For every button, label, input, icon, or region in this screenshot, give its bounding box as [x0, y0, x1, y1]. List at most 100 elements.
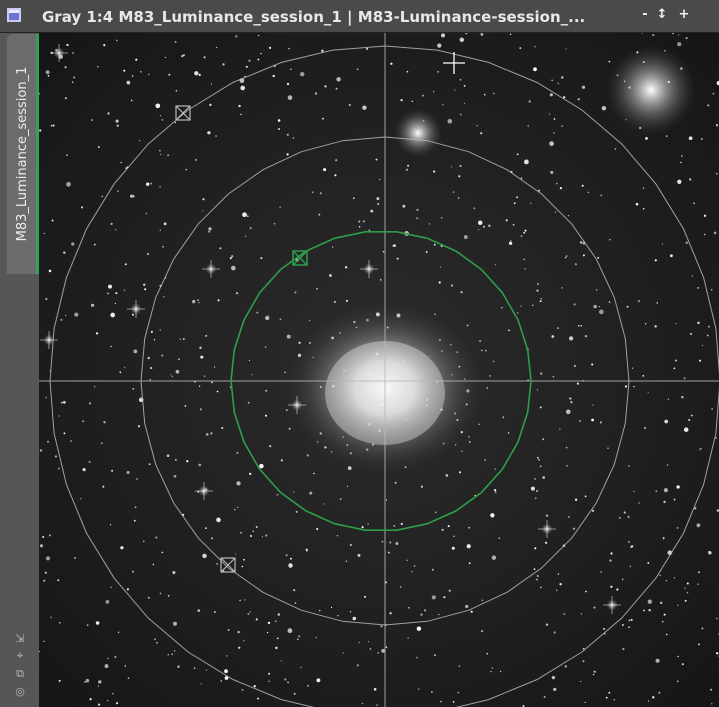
image-view[interactable] [39, 33, 719, 707]
star [445, 474, 449, 477]
star [663, 488, 668, 493]
star [50, 124, 53, 127]
shade-button[interactable]: - [638, 8, 652, 22]
star [648, 609, 651, 612]
star [195, 158, 198, 161]
star [573, 365, 576, 367]
star [368, 229, 371, 232]
star [540, 298, 542, 300]
star [608, 691, 611, 694]
star [249, 611, 252, 613]
star [681, 663, 684, 666]
star [150, 330, 153, 333]
star [437, 70, 440, 73]
star [115, 292, 118, 295]
star [677, 179, 682, 184]
star [405, 168, 409, 171]
star [280, 660, 282, 662]
star [701, 344, 704, 347]
star [328, 274, 332, 277]
star [210, 537, 214, 540]
star [276, 637, 279, 640]
star [137, 425, 141, 428]
star [413, 565, 416, 567]
star [536, 389, 539, 391]
star [482, 225, 485, 228]
close-button[interactable]: + [677, 8, 691, 22]
star [451, 546, 455, 550]
star [406, 559, 408, 561]
star [579, 420, 581, 422]
image-canvas[interactable] [39, 33, 719, 707]
clone-view-icon[interactable]: ⧉ [13, 667, 27, 681]
star [555, 182, 558, 185]
maximize-button[interactable]: ↕ [655, 8, 669, 22]
star [480, 629, 484, 633]
star [494, 264, 496, 266]
star [408, 607, 410, 609]
star [715, 172, 718, 175]
image-window-icon[interactable] [7, 8, 21, 22]
star [216, 46, 218, 49]
star [268, 680, 270, 682]
star [420, 485, 423, 488]
star [561, 76, 564, 79]
star [110, 586, 112, 589]
star [681, 155, 683, 157]
star [95, 332, 99, 335]
star [400, 586, 402, 588]
star [450, 166, 453, 168]
star [63, 251, 66, 254]
star [551, 79, 553, 82]
star [707, 104, 710, 107]
star [352, 616, 357, 621]
star [115, 119, 119, 123]
star [234, 508, 236, 511]
star [622, 647, 625, 651]
star [658, 691, 661, 694]
star [220, 680, 222, 682]
star [334, 174, 337, 177]
star [460, 291, 463, 294]
star [501, 307, 503, 309]
star [258, 34, 260, 37]
star [207, 131, 211, 135]
star [255, 618, 258, 621]
star [167, 594, 170, 597]
star [336, 535, 339, 537]
star [567, 214, 570, 217]
star [45, 396, 47, 399]
star [700, 137, 703, 141]
star [706, 334, 709, 337]
star [438, 281, 441, 284]
title-bar[interactable]: Gray 1:4 M83_Luminance_session_1 | M83-L… [0, 0, 719, 33]
star [627, 515, 630, 519]
star [235, 553, 237, 555]
star [470, 610, 473, 613]
star [478, 423, 480, 425]
star [202, 210, 204, 212]
star [57, 579, 60, 582]
star [688, 418, 691, 422]
star [120, 546, 124, 550]
star [645, 137, 648, 140]
star [115, 39, 118, 42]
fit-view-icon[interactable]: ⌖ [13, 649, 27, 663]
star [693, 202, 695, 205]
star [520, 305, 522, 307]
star [683, 427, 689, 432]
star [535, 497, 537, 499]
star [564, 665, 567, 668]
star [367, 640, 370, 643]
resize-icon[interactable]: ⇲ [13, 632, 27, 646]
star [193, 667, 196, 669]
star [146, 252, 150, 256]
star [433, 170, 436, 173]
star [247, 402, 250, 404]
star [44, 571, 47, 574]
target-icon[interactable]: ◎ [13, 685, 27, 699]
star [545, 623, 549, 626]
star [390, 62, 393, 65]
star [279, 318, 282, 321]
view-selector-tab[interactable]: M83_Luminance_session_1 [7, 34, 39, 274]
